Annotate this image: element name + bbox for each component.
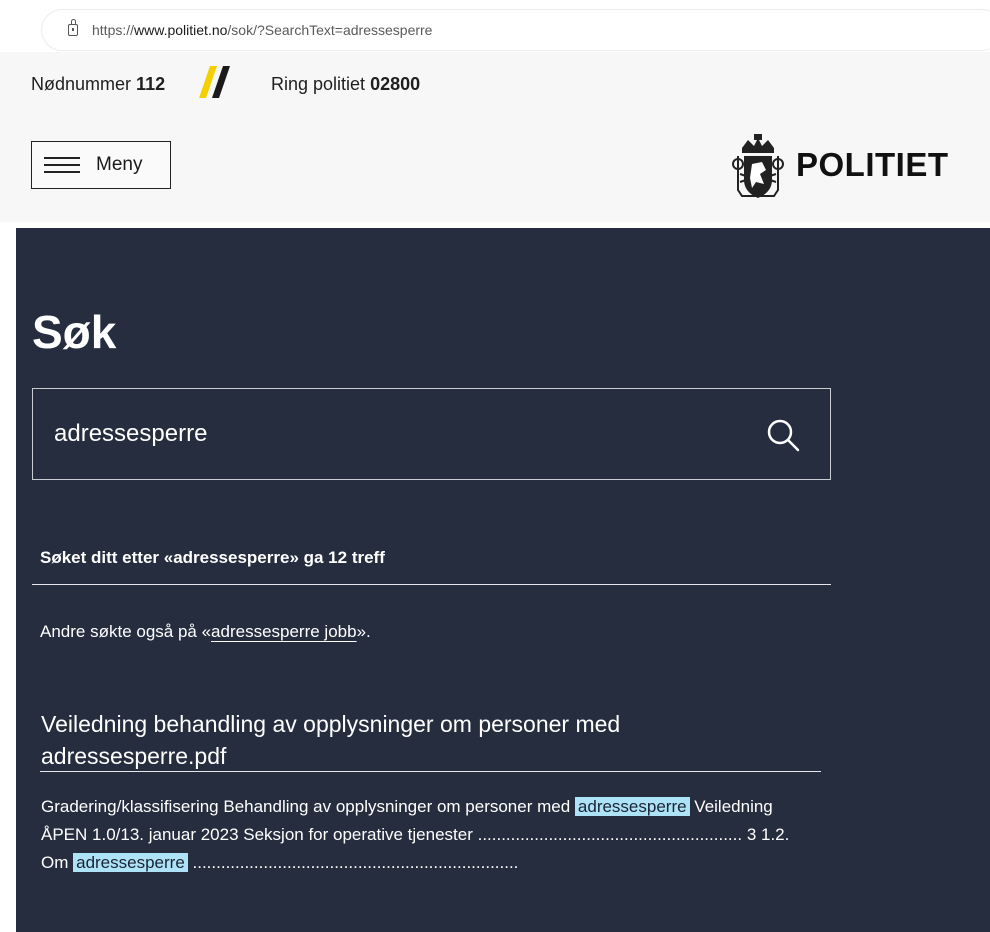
related-searches: Andre søkte også på «adressesperre jobb»… (40, 622, 371, 642)
url-text[interactable]: https://www.politiet.no/sok/?SearchText=… (92, 22, 432, 38)
call-label: Ring politiet (271, 74, 366, 94)
call-number: 02800 (370, 74, 421, 94)
snippet-highlight: adressesperre (73, 853, 188, 872)
search-box (32, 388, 831, 480)
lock-icon[interactable] (68, 19, 78, 36)
emergency-number-text[interactable]: Nødnummer 112 (31, 74, 165, 95)
url-host: www.politiet.no (134, 22, 228, 38)
snippet-text: ........................................… (187, 853, 519, 872)
url-scheme: https:// (92, 22, 135, 38)
results-summary: Søket ditt etter «adressesperre» ga 12 t… (40, 548, 385, 567)
menu-button[interactable]: Meny (31, 141, 171, 189)
police-crest-icon[interactable] (732, 134, 784, 202)
page-title: Søk (32, 306, 117, 358)
emergency-number: 112 (136, 74, 166, 94)
emergency-label: Nødnummer (31, 74, 132, 94)
result-snippet: Gradering/klassifisering Behandling av o… (41, 793, 821, 877)
related-suffix: ». (356, 622, 371, 641)
search-icon[interactable] (765, 417, 801, 453)
result-title-link[interactable]: Veiledning behandling av opplysninger om… (41, 708, 801, 772)
search-input[interactable] (33, 389, 753, 479)
url-path: /sok/?SearchText=adressesperre (227, 22, 433, 38)
result-divider (40, 771, 821, 772)
call-police-text[interactable]: Ring politiet 02800 (271, 74, 420, 95)
divider (32, 584, 831, 585)
snippet-highlight: adressesperre (574, 797, 690, 816)
menu-label: Meny (96, 154, 143, 175)
snippet-text: Gradering/klassifisering Behandling av o… (41, 797, 575, 816)
brand-logo-text[interactable]: POLITIET (796, 146, 949, 184)
hamburger-icon (44, 155, 80, 173)
related-prefix: Andre søkte også på « (40, 622, 212, 641)
yellow-slashes-icon (199, 66, 230, 98)
related-search-link[interactable]: adressesperre jobb (211, 622, 357, 641)
